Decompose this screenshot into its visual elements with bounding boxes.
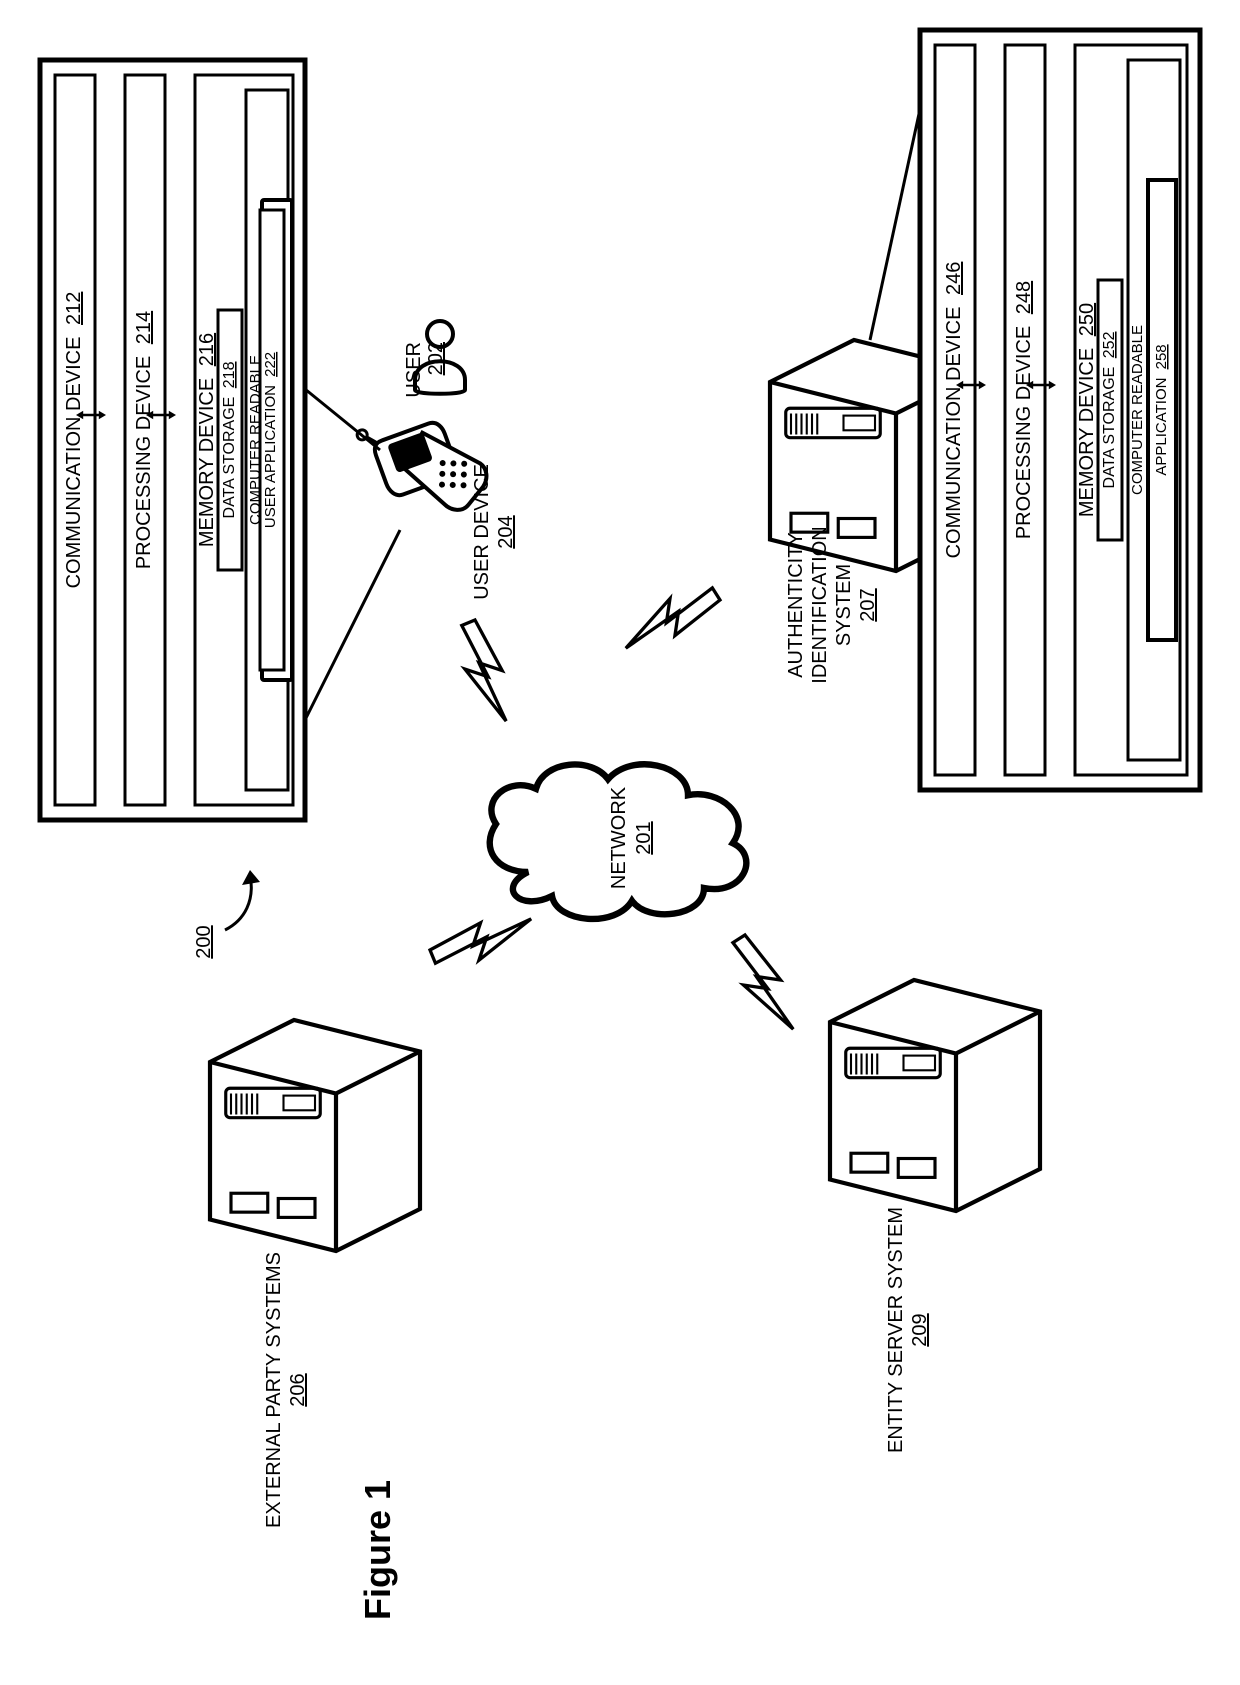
ad-instr-label1: COMPUTER READABLE xyxy=(1129,325,1146,495)
figure-ref-200: 200 xyxy=(193,870,260,959)
external-label: EXTERNAL PARTY SYSTEMS xyxy=(263,1252,285,1528)
ad-mem-label: MEMORY DEVICE 250 xyxy=(1076,303,1098,517)
user-device-label: USER DEVICE xyxy=(471,464,493,600)
entity-ref: 209 xyxy=(909,1313,931,1346)
auth-label1: AUTHENTICITY xyxy=(785,532,807,678)
entity-label: ENTITY SERVER SYSTEM xyxy=(885,1207,907,1453)
link-auth-network xyxy=(626,567,723,676)
link-entity-network xyxy=(712,932,821,1029)
figure-caption: Figure 1 xyxy=(357,1480,398,1620)
external-ref: 206 xyxy=(287,1373,309,1406)
ad-app-label: APPLICATION 258 xyxy=(1153,344,1170,475)
auth-detail-callout: COMMUNICATION DEVICE 246 PROCESSING DEVI… xyxy=(870,30,1200,790)
link-user-device-network xyxy=(436,616,541,721)
user-label: USER xyxy=(403,342,425,398)
entity-server xyxy=(830,980,1040,1211)
auth-label2: IDENTIFICATION xyxy=(809,526,831,683)
ud-comm-label: COMMUNICATION DEVICE 212 xyxy=(63,292,85,589)
ref-200: 200 xyxy=(193,925,215,958)
diagram-root: NETWORK 201 USER 202 USER DEVICE 204 AUT… xyxy=(0,0,1240,1685)
user-device-detail-callout: COMMUNICATION DEVICE 212 PROCESSING DEVI… xyxy=(40,60,400,820)
external-server xyxy=(210,1020,420,1251)
ad-comm-label: COMMUNICATION DEVICE 246 xyxy=(943,262,965,559)
auth-ref: 207 xyxy=(857,588,879,621)
auth-label3: SYSTEM xyxy=(833,564,855,646)
network-label: NETWORK xyxy=(608,786,630,889)
ad-data-label: DATA STORAGE 252 xyxy=(1101,331,1118,488)
user-ref: 202 xyxy=(425,342,447,375)
ud-mem-label: MEMORY DEVICE 216 xyxy=(196,333,218,547)
network-ref: 201 xyxy=(633,821,655,854)
user-device-ref: 204 xyxy=(495,515,517,548)
ud-data-label: DATA STORAGE 218 xyxy=(221,361,238,518)
